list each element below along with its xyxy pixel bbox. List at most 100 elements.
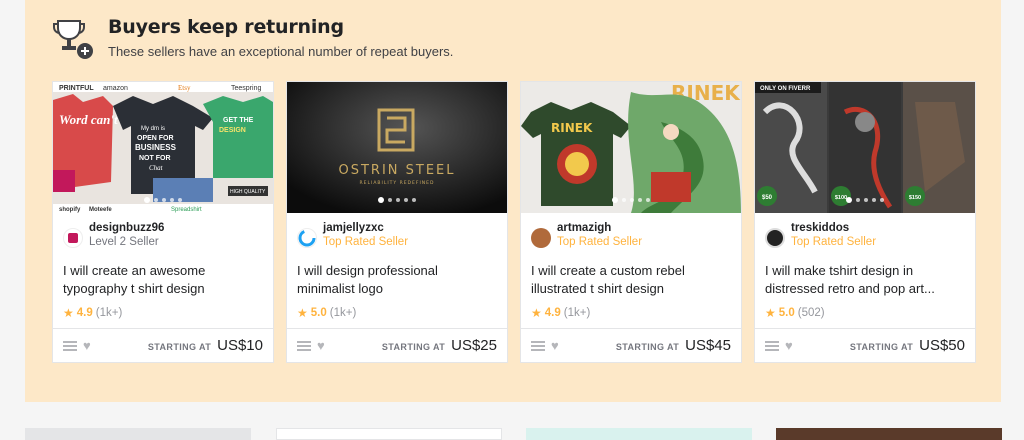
heart-icon[interactable]: ♥ <box>83 339 91 352</box>
carousel-dots[interactable] <box>846 197 884 203</box>
card-footer: ♥ STARTING AT US$10 <box>53 328 273 362</box>
buyers-keep-returning-section: Buyers keep returning These sellers have… <box>25 0 1001 402</box>
next-section-card <box>526 428 752 440</box>
svg-text:Etsy: Etsy <box>178 84 191 92</box>
price-value: US$45 <box>685 337 731 354</box>
trophy-icon <box>53 14 101 62</box>
star-icon: ★ <box>765 306 776 320</box>
svg-text:Teespring: Teespring <box>231 85 261 92</box>
rating-count: (1k+) <box>563 307 591 319</box>
gig-price[interactable]: STARTING AT US$45 <box>616 337 731 354</box>
svg-text:My dm is: My dm is <box>141 126 165 132</box>
star-icon: ★ <box>297 306 308 320</box>
card-footer: ♥ STARTING AT US$25 <box>287 328 507 362</box>
gig-thumbnail[interactable]: OSTRIN STEEL RELIABILITY REDEFINED <box>287 82 507 213</box>
seller-info[interactable]: designbuzz96 Level 2 Seller <box>63 222 164 248</box>
svg-text:HIGH QUALITY: HIGH QUALITY <box>230 189 266 195</box>
seller-avatar[interactable] <box>297 228 317 248</box>
heart-icon[interactable]: ♥ <box>317 339 325 352</box>
carousel-dots[interactable] <box>144 197 182 203</box>
seller-level: Top Rated Seller <box>323 236 409 248</box>
gig-thumbnail[interactable]: PRINTFUL amazon Etsy Teespring Word can'… <box>53 82 273 213</box>
rating-score: 5.0 <box>778 307 795 319</box>
star-icon: ★ <box>531 306 542 320</box>
seller-name[interactable]: treskiddos <box>791 222 876 234</box>
svg-text:amazon: amazon <box>103 85 128 92</box>
gig-title[interactable]: I will create an awesome typography t sh… <box>63 262 263 298</box>
gig-title[interactable]: I will make tshirt design in distressed … <box>765 262 965 298</box>
menu-icon[interactable] <box>765 340 779 351</box>
gig-price[interactable]: STARTING AT US$10 <box>148 337 263 354</box>
svg-text:BUSINESS: BUSINESS <box>135 143 177 152</box>
gig-title[interactable]: I will design professional minimalist lo… <box>297 262 497 298</box>
carousel-dots[interactable] <box>612 197 650 203</box>
svg-text:$150: $150 <box>909 195 921 201</box>
gig-thumbnail-image: ONLY ON FIVERR $50 $100 $150 <box>755 82 975 213</box>
seller-avatar[interactable] <box>63 228 83 248</box>
svg-text:NOT FOR: NOT FOR <box>139 155 171 162</box>
gig-thumbnail[interactable]: RINEK RINEK <box>521 82 741 213</box>
next-section-card <box>25 428 251 440</box>
svg-text:Word can't: Word can't <box>59 112 118 127</box>
svg-text:DESIGN: DESIGN <box>219 127 246 134</box>
seller-name[interactable]: artmazigh <box>557 222 642 234</box>
svg-text:GET THE: GET THE <box>223 117 254 124</box>
price-label: STARTING AT <box>147 342 212 352</box>
heart-icon[interactable]: ♥ <box>551 339 559 352</box>
price-label: STARTING AT <box>381 342 446 352</box>
seller-info[interactable]: jamjellyzxc Top Rated Seller <box>297 222 408 248</box>
gig-price[interactable]: STARTING AT US$25 <box>382 337 497 354</box>
price-value: US$50 <box>919 337 965 354</box>
gig-thumbnail[interactable]: ONLY ON FIVERR $50 $100 $150 <box>755 82 975 213</box>
svg-text:OSTRIN STEEL: OSTRIN STEEL <box>338 163 455 178</box>
seller-level: Top Rated Seller <box>791 236 877 248</box>
section-subtitle: These sellers have an exceptional number… <box>108 44 454 59</box>
rating-score: 4.9 <box>76 307 93 319</box>
svg-text:Moteefe: Moteefe <box>89 207 112 213</box>
menu-icon[interactable] <box>297 340 311 351</box>
seller-info[interactable]: treskiddos Top Rated Seller <box>765 222 876 248</box>
heart-icon[interactable]: ♥ <box>785 339 793 352</box>
gig-rating: ★ 5.0 (1k+) <box>297 306 356 320</box>
seller-level: Top Rated Seller <box>557 236 643 248</box>
gig-title[interactable]: I will create a custom rebel illustrated… <box>531 262 731 298</box>
seller-info[interactable]: artmazigh Top Rated Seller <box>531 222 642 248</box>
seller-avatar[interactable] <box>765 228 785 248</box>
section-title: Buyers keep returning <box>108 16 344 38</box>
price-label: STARTING AT <box>615 342 680 352</box>
gig-thumbnail-image: OSTRIN STEEL RELIABILITY REDEFINED <box>287 82 507 213</box>
star-icon: ★ <box>63 306 74 320</box>
gig-thumbnail-image: RINEK RINEK <box>521 82 741 213</box>
gig-rating: ★ 4.9 (1k+) <box>63 306 122 320</box>
seller-name[interactable]: jamjellyzxc <box>323 222 408 234</box>
svg-text:shopify: shopify <box>59 207 81 213</box>
svg-text:ONLY ON FIVERR: ONLY ON FIVERR <box>760 86 811 92</box>
carousel-dots[interactable] <box>378 197 416 203</box>
next-section-card <box>276 428 502 440</box>
seller-name[interactable]: designbuzz96 <box>89 222 164 234</box>
gig-card[interactable]: OSTRIN STEEL RELIABILITY REDEFINED jamje… <box>286 81 508 363</box>
gig-price[interactable]: STARTING AT US$50 <box>850 337 965 354</box>
menu-icon[interactable] <box>63 340 77 351</box>
rating-count: (502) <box>797 307 825 319</box>
price-label: STARTING AT <box>849 342 914 352</box>
svg-text:$50: $50 <box>762 195 773 201</box>
svg-text:RINEK: RINEK <box>551 121 593 135</box>
seller-level: Level 2 Seller <box>89 236 159 248</box>
next-section-card <box>776 428 1002 440</box>
gig-thumbnail-image: PRINTFUL amazon Etsy Teespring Word can'… <box>53 82 273 213</box>
gig-rating: ★ 4.9 (1k+) <box>531 306 590 320</box>
gig-card[interactable]: RINEK RINEK artmazigh Top Rated Seller I… <box>520 81 742 363</box>
rating-score: 5.0 <box>310 307 327 319</box>
svg-text:Chat: Chat <box>149 164 164 172</box>
gig-card[interactable]: PRINTFUL amazon Etsy Teespring Word can'… <box>52 81 274 363</box>
section-header: Buyers keep returning These sellers have… <box>53 14 453 62</box>
gig-card[interactable]: ONLY ON FIVERR $50 $100 $150 treskiddos … <box>754 81 976 363</box>
svg-text:Spreadshirt: Spreadshirt <box>171 207 202 213</box>
price-value: US$25 <box>451 337 497 354</box>
seller-avatar[interactable] <box>531 228 551 248</box>
menu-icon[interactable] <box>531 340 545 351</box>
rating-score: 4.9 <box>544 307 561 319</box>
rating-count: (1k+) <box>95 307 123 319</box>
card-footer: ♥ STARTING AT US$50 <box>755 328 975 362</box>
